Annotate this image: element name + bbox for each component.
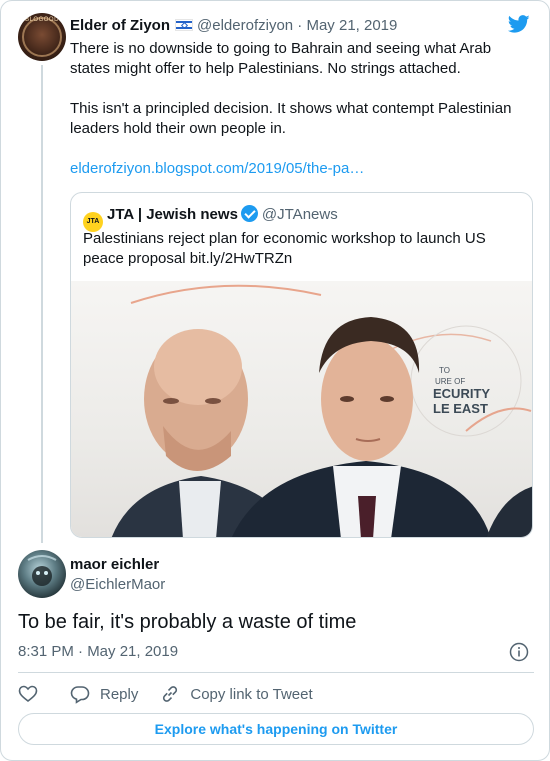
thread-line (41, 65, 43, 543)
copy-link-label: Copy link to Tweet (190, 685, 313, 703)
author-handle[interactable]: @elderofziyon (197, 17, 293, 34)
tweet-embed-card: BLOGOOD Elder of Ziyon @elderofziyon · Ma… (0, 0, 550, 761)
avatar-image (27, 555, 57, 586)
reply-author-handle[interactable]: @EichlerMaor (70, 575, 165, 595)
quoted-tweet[interactable]: JTA JTA | Jewish news @JTAnews Palestinian… (70, 192, 533, 538)
quoted-tweet-header: JTA JTA | Jewish news @JTAnews (83, 205, 338, 232)
copy-link-button[interactable]: Copy link to Tweet (160, 684, 313, 704)
tweet-paragraph: This isn't a principled decision. It sho… (70, 100, 512, 137)
avatar[interactable] (18, 550, 66, 598)
info-icon[interactable] (509, 642, 529, 662)
author-name[interactable]: Elder of Ziyon (70, 17, 170, 34)
reply-tweet-text: To be fair, it's probably a waste of tim… (18, 611, 357, 633)
avatar-ring (22, 17, 62, 57)
reply-author-name[interactable]: maor eichler (70, 555, 159, 575)
quoted-tweet-photo[interactable]: TO URE OF ECURITY LE EAST (71, 281, 532, 537)
avatar[interactable]: BLOGOOD (18, 13, 66, 61)
sign-text-1: TO (439, 366, 450, 375)
sign-text-4: LE EAST (433, 401, 488, 416)
tweet-link[interactable]: elderofziyon.blogspot.com/2019/05/the-pa… (70, 160, 364, 177)
parent-tweet-text: There is no downside to going to Bahrain… (70, 39, 530, 179)
reply-button[interactable]: Reply (70, 684, 138, 704)
israel-flag-icon (175, 19, 194, 31)
tweet-paragraph: There is no downside to going to Bahrain… (70, 40, 492, 77)
quoted-author-name: JTA | Jewish news (107, 206, 238, 223)
sign-text-3: ECURITY (433, 386, 490, 401)
verified-badge-icon (240, 205, 258, 222)
link-icon (163, 686, 178, 702)
quoted-tweet-text: Palestinians reject plan for economic wo… (83, 230, 486, 267)
photo-illustration: TO URE OF ECURITY LE EAST (111, 284, 532, 537)
header-separator: · (297, 17, 303, 34)
tweet-timestamp[interactable]: 8:31 PM · May 21, 2019 (18, 642, 178, 662)
heart-icon (18, 685, 38, 703)
quoted-author-handle: @JTAnews (261, 206, 338, 223)
explore-button[interactable]: Explore what's happening on Twitter (18, 713, 534, 745)
reply-bubble-icon (70, 686, 90, 704)
avatar-caption: BLOGOOD (25, 17, 59, 23)
twitter-bird-icon[interactable] (507, 13, 531, 35)
tweet-date[interactable]: May 21, 2019 (306, 17, 397, 34)
tweet-actions: Reply Copy link to Tweet (18, 683, 335, 705)
divider (18, 672, 534, 673)
like-button[interactable] (18, 684, 48, 704)
parent-tweet-header: Elder of Ziyon @elderofziyon · May 21, 20… (70, 16, 397, 36)
reply-label: Reply (100, 685, 139, 703)
sign-text-2: URE OF (435, 377, 465, 386)
